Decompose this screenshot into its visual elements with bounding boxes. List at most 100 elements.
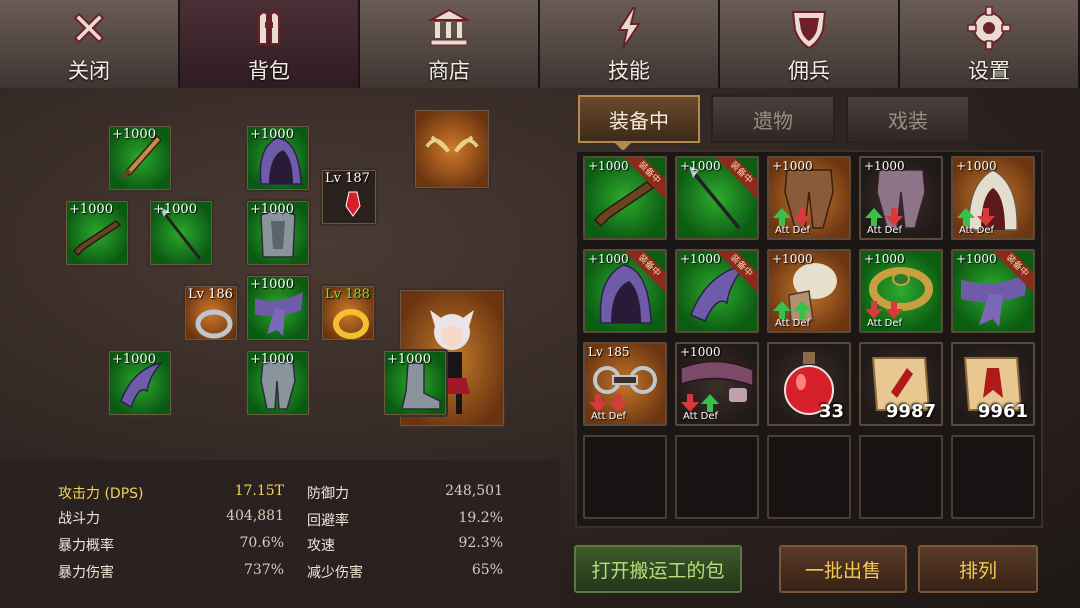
equip-slot-boots[interactable]: +1000 <box>382 349 448 417</box>
open-porter-bag-button[interactable]: 打开搬运工的包 <box>574 545 742 593</box>
equip-slot-ranged[interactable]: +1000 <box>64 199 130 267</box>
equip-slot-level: +1000 <box>112 127 156 142</box>
inventory-slot-level: +1000 <box>772 159 813 173</box>
subtab-costumes[interactable]: 戏装 <box>846 95 970 143</box>
tab-shop[interactable]: 商店 <box>360 0 540 88</box>
equip-slot-accessory[interactable] <box>413 108 491 190</box>
compare-arrows-icon <box>773 301 811 319</box>
inventory-slot[interactable]: 33 <box>767 342 851 426</box>
stat-defense-label: 防御力 <box>307 486 349 502</box>
tab-close-label: 关闭 <box>68 59 110 83</box>
tab-mercenary[interactable]: 佣兵 <box>720 0 900 88</box>
stat-compare: Att Def <box>589 394 659 422</box>
stat-power-value: 404,881 <box>226 508 284 524</box>
inventory-slot-level: +1000 <box>588 252 629 266</box>
stat-attack-speed-value: 92.3% <box>458 535 503 551</box>
shop-icon <box>427 8 471 46</box>
inventory-slot[interactable]: +1000 装备中 <box>583 249 667 333</box>
inventory-slot[interactable]: +1000 装备中 <box>675 156 759 240</box>
inventory-slot[interactable]: Lv 185 Att Def <box>583 342 667 426</box>
inventory-slot-level: +1000 <box>680 345 721 359</box>
stat-power-label: 战斗力 <box>58 511 100 527</box>
stat-compare: Att Def <box>957 208 1027 236</box>
inventory-slot[interactable]: +1000 装备中 <box>951 249 1035 333</box>
stat-crit-rate-value: 70.6% <box>239 535 284 551</box>
equip-slot-level: +1000 <box>250 277 294 292</box>
equip-slot-level: Lv 188 <box>325 287 370 302</box>
equip-slot-ring-right[interactable]: Lv 188 <box>320 284 376 342</box>
equipment-panel: +1000 +1000 Lv 187 +1000 +1000 +1000 Lv … <box>0 88 560 460</box>
top-nav: 关闭 背包 商店 技能 佣兵 设置 <box>0 0 1080 88</box>
inventory-slot[interactable]: +1000 装备中 <box>583 156 667 240</box>
equip-slot-level: Lv 186 <box>188 287 233 302</box>
compare-label: Att Def <box>591 411 627 422</box>
equip-slot-ring-left[interactable]: Lv 186 <box>183 284 239 342</box>
inventory-slot-level: +1000 <box>680 159 721 173</box>
bulk-sell-button[interactable]: 一批出售 <box>779 545 907 593</box>
compare-arrows-icon <box>865 208 903 226</box>
equip-slot-level: +1000 <box>250 127 294 142</box>
stat-compare: Att Def <box>681 394 751 422</box>
inventory-slot[interactable]: +1000 Att Def <box>859 156 943 240</box>
item-count: 9987 <box>885 401 936 422</box>
equip-slot-level: +1000 <box>250 352 294 367</box>
subtab-relics[interactable]: 遗物 <box>711 95 835 143</box>
tab-settings[interactable]: 设置 <box>900 0 1080 88</box>
tab-skills-label: 技能 <box>608 59 650 83</box>
stat-compare: Att Def <box>865 208 935 236</box>
inventory-slot-empty[interactable] <box>767 435 851 519</box>
stat-dps-label: 攻击力 (DPS) <box>58 486 144 502</box>
equip-slot-level: +1000 <box>112 352 156 367</box>
equip-slot-level: +1000 <box>387 352 431 367</box>
inventory-slot[interactable]: 9961 <box>951 342 1035 426</box>
stat-dps-value: 17.15T <box>234 483 284 499</box>
compare-arrows-icon <box>681 394 719 412</box>
inventory-slot[interactable]: +1000 Att Def <box>767 156 851 240</box>
tab-close[interactable]: 关闭 <box>0 0 180 88</box>
inventory-slot[interactable]: +1000 装备中 <box>675 249 759 333</box>
inventory-slot-empty[interactable] <box>675 435 759 519</box>
item-count: 9961 <box>977 401 1028 422</box>
inventory-slot[interactable]: +1000 Att Def <box>859 249 943 333</box>
subtab-equipped[interactable]: 装备中 <box>578 95 700 143</box>
stat-compare: Att Def <box>773 208 843 236</box>
shield-icon <box>791 11 827 50</box>
backpack-icon <box>258 11 280 45</box>
equip-slot-level: +1000 <box>69 202 113 217</box>
stat-attack-speed-label: 攻速 <box>307 538 335 554</box>
equip-slot-body[interactable]: +1000 <box>245 199 311 267</box>
compare-arrows-icon <box>865 301 903 319</box>
compare-arrows-icon <box>957 208 995 226</box>
stat-crit-damage-label: 暴力伤害 <box>58 565 114 581</box>
equip-slot-weapon[interactable]: +1000 <box>107 124 173 192</box>
gear-icon <box>967 6 1011 50</box>
equip-slot-helmet[interactable]: +1000 <box>245 124 311 192</box>
compare-arrows-icon <box>589 394 627 412</box>
sort-button[interactable]: 排列 <box>918 545 1038 593</box>
inventory-slot[interactable]: +1000 Att Def <box>675 342 759 426</box>
inventory-slot-level: +1000 <box>588 159 629 173</box>
inventory-slot[interactable]: +1000 Att Def <box>951 156 1035 240</box>
tab-settings-label: 设置 <box>968 59 1010 83</box>
tab-skills[interactable]: 技能 <box>540 0 720 88</box>
equip-slot-belt[interactable]: +1000 <box>245 274 311 342</box>
compare-label: Att Def <box>867 318 903 329</box>
inventory-slot-empty[interactable] <box>583 435 667 519</box>
compare-label: Att Def <box>959 225 995 236</box>
equip-slot-level: +1000 <box>153 202 197 217</box>
equip-slot-gloves[interactable]: +1000 <box>107 349 173 417</box>
equip-slot-staff[interactable]: +1000 <box>148 199 214 267</box>
stat-compare: Att Def <box>865 301 935 329</box>
tab-backpack[interactable]: 背包 <box>180 0 360 88</box>
inventory-slot[interactable]: 9987 <box>859 342 943 426</box>
equip-slot-legs[interactable]: +1000 <box>245 349 311 417</box>
inventory-slot[interactable]: +1000 Att Def <box>767 249 851 333</box>
equip-slot-necklace[interactable]: Lv 187 <box>320 168 378 226</box>
inventory-slot-level: Lv 185 <box>588 345 630 359</box>
inventory-slot-level: +1000 <box>864 159 905 173</box>
inventory-slot-empty[interactable] <box>859 435 943 519</box>
stats-panel: 攻击力 (DPS) 17.15T 战斗力 404,881 暴力概率 70.6% … <box>0 460 560 608</box>
compare-label: Att Def <box>867 225 903 236</box>
inventory-slot-empty[interactable] <box>951 435 1035 519</box>
inventory-grid: +1000 装备中 +1000 装备中 +1000 Att Def +1000 Att Def… <box>575 150 1043 528</box>
